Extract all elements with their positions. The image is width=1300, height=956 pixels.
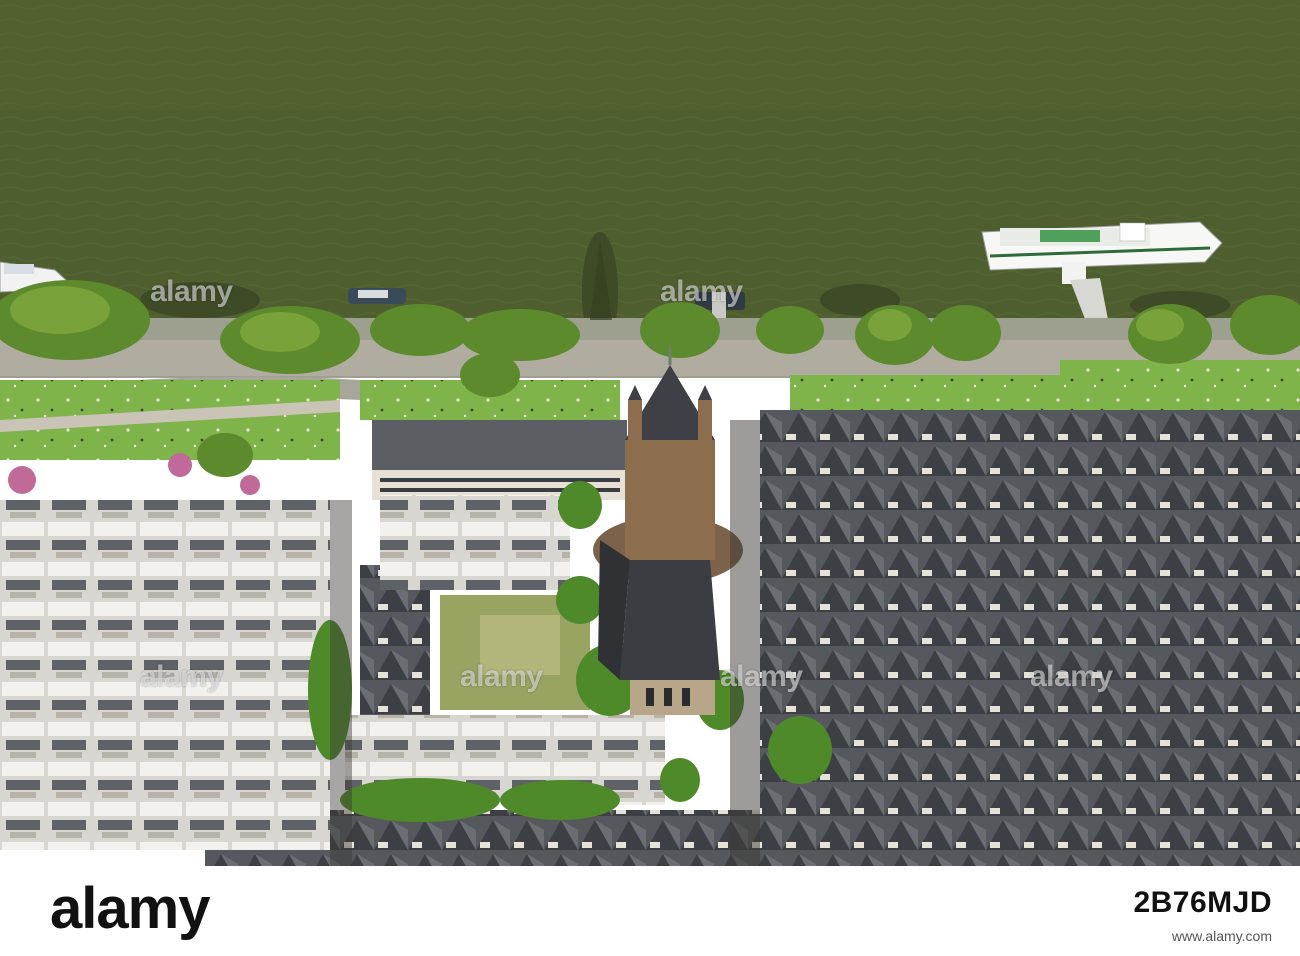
site-url: www.alamy.com <box>1171 928 1272 944</box>
pontoon-boat <box>348 288 406 304</box>
image-id: 2B76MJD <box>1133 886 1272 919</box>
old-town-south <box>300 810 760 866</box>
aerial-photo-drawing <box>0 0 1300 866</box>
old-town-east <box>760 410 1300 866</box>
footer-bar: alamy 2B76MJD www.alamy.com <box>0 866 1300 956</box>
aerial-photo: alamy alamy alamy alamy alamy alamy <box>0 0 1300 866</box>
alamy-logo: alamy <box>50 876 210 941</box>
residential-west <box>0 500 330 850</box>
